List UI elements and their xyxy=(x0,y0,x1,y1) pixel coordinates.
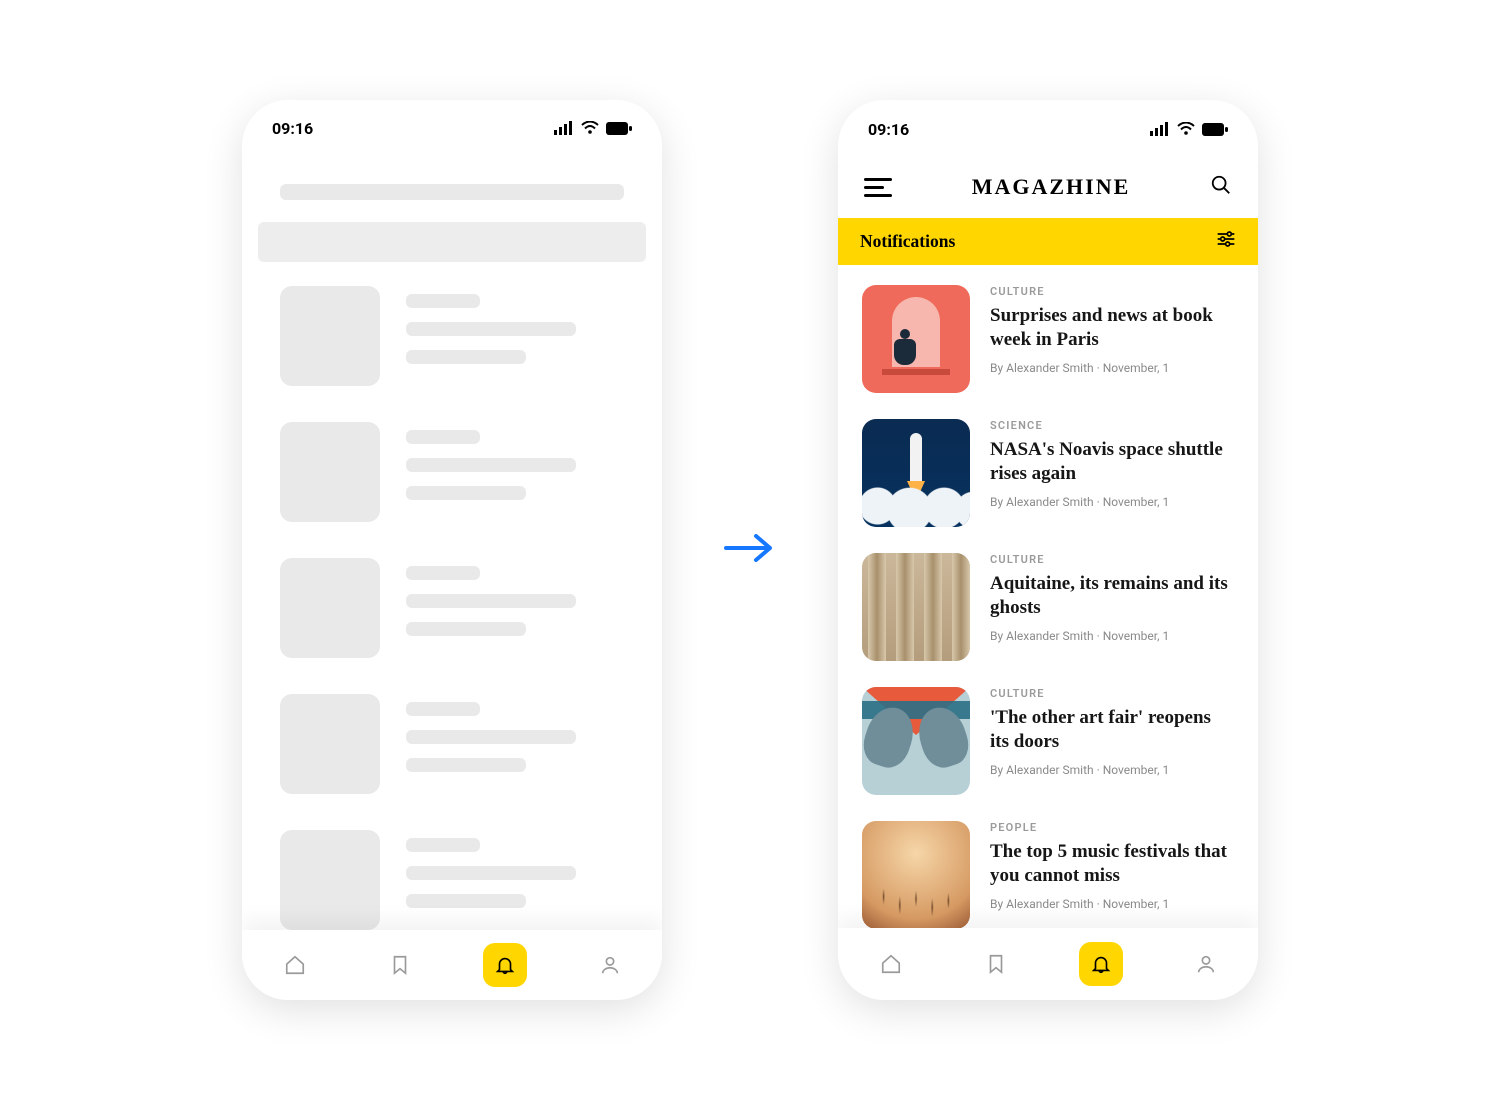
nav-home[interactable] xyxy=(273,943,317,987)
skeleton-item xyxy=(280,558,624,658)
article-byline: By Alexander SmithNovember, 1 xyxy=(990,495,1234,509)
skeleton-banner xyxy=(258,222,646,263)
article-title: 'The other art fair' reopens its doors xyxy=(990,706,1234,755)
article-byline: By Alexander SmithNovember, 1 xyxy=(990,897,1234,911)
article-item[interactable]: CULTURE Aquitaine, its remains and its g… xyxy=(862,553,1234,661)
bottom-nav xyxy=(242,930,662,1000)
skeleton-item xyxy=(280,694,624,794)
status-bar: 09:16 xyxy=(838,100,1258,158)
article-thumb xyxy=(862,553,970,661)
status-time: 09:16 xyxy=(868,120,909,139)
battery-icon xyxy=(1202,123,1228,136)
article-thumb xyxy=(862,821,970,928)
nav-bookmark[interactable] xyxy=(378,943,422,987)
skeleton-item xyxy=(280,422,624,522)
article-item[interactable]: CULTURE Surprises and news at book week … xyxy=(862,285,1234,393)
article-category: CULTURE xyxy=(990,687,1234,700)
article-title: Surprises and news at book week in Paris xyxy=(990,304,1234,353)
article-title: NASA's Noavis space shuttle rises again xyxy=(990,438,1234,487)
nav-notifications[interactable] xyxy=(1079,942,1123,986)
cell-signal-icon xyxy=(554,121,574,135)
articles-list: CULTURE Surprises and news at book week … xyxy=(838,265,1258,928)
status-time: 09:16 xyxy=(272,119,313,138)
article-title: Aquitaine, its remains and its ghosts xyxy=(990,572,1234,621)
article-category: PEOPLE xyxy=(990,821,1234,834)
bottom-nav xyxy=(838,928,1258,1000)
skeleton-header xyxy=(280,184,624,199)
nav-profile[interactable] xyxy=(1184,942,1228,986)
article-category: CULTURE xyxy=(990,553,1234,566)
brand-logo: MAGAZHINE xyxy=(972,174,1131,200)
skeleton-list xyxy=(242,276,662,930)
wifi-icon xyxy=(1177,122,1195,136)
status-icons xyxy=(1150,122,1228,136)
article-item[interactable]: PEOPLE The top 5 music festivals that yo… xyxy=(862,821,1234,928)
nav-profile[interactable] xyxy=(588,943,632,987)
filter-icon[interactable] xyxy=(1216,230,1236,253)
battery-icon xyxy=(606,122,632,135)
article-item[interactable]: CULTURE 'The other art fair' reopens its… xyxy=(862,687,1234,795)
article-thumb xyxy=(862,419,970,527)
arrow-icon xyxy=(722,528,778,572)
phone-skeleton: 09:16 xyxy=(242,100,662,1000)
article-title: The top 5 music festivals that you canno… xyxy=(990,840,1234,889)
skeleton-item xyxy=(280,286,624,386)
article-item[interactable]: SCIENCE NASA's Noavis space shuttle rise… xyxy=(862,419,1234,527)
nav-bookmark[interactable] xyxy=(974,942,1018,986)
skeleton-thumb xyxy=(280,286,380,386)
article-thumb xyxy=(862,285,970,393)
nav-notifications[interactable] xyxy=(483,943,527,987)
wifi-icon xyxy=(581,121,599,135)
search-icon[interactable] xyxy=(1210,174,1232,200)
phone-loaded: 09:16 MAGAZHINE Notifications CULTURE Su… xyxy=(838,100,1258,1000)
article-thumb xyxy=(862,687,970,795)
skeleton-item xyxy=(280,830,624,930)
article-byline: By Alexander SmithNovember, 1 xyxy=(990,763,1234,777)
section-bar: Notifications xyxy=(838,218,1258,265)
article-category: CULTURE xyxy=(990,285,1234,298)
article-byline: By Alexander SmithNovember, 1 xyxy=(990,361,1234,375)
status-bar: 09:16 xyxy=(242,100,662,156)
cell-signal-icon xyxy=(1150,122,1170,136)
article-category: SCIENCE xyxy=(990,419,1234,432)
article-byline: By Alexander SmithNovember, 1 xyxy=(990,629,1234,643)
status-icons xyxy=(554,121,632,135)
nav-home[interactable] xyxy=(869,942,913,986)
app-header: MAGAZHINE xyxy=(838,158,1258,218)
section-title: Notifications xyxy=(860,231,955,252)
menu-icon[interactable] xyxy=(864,178,892,197)
